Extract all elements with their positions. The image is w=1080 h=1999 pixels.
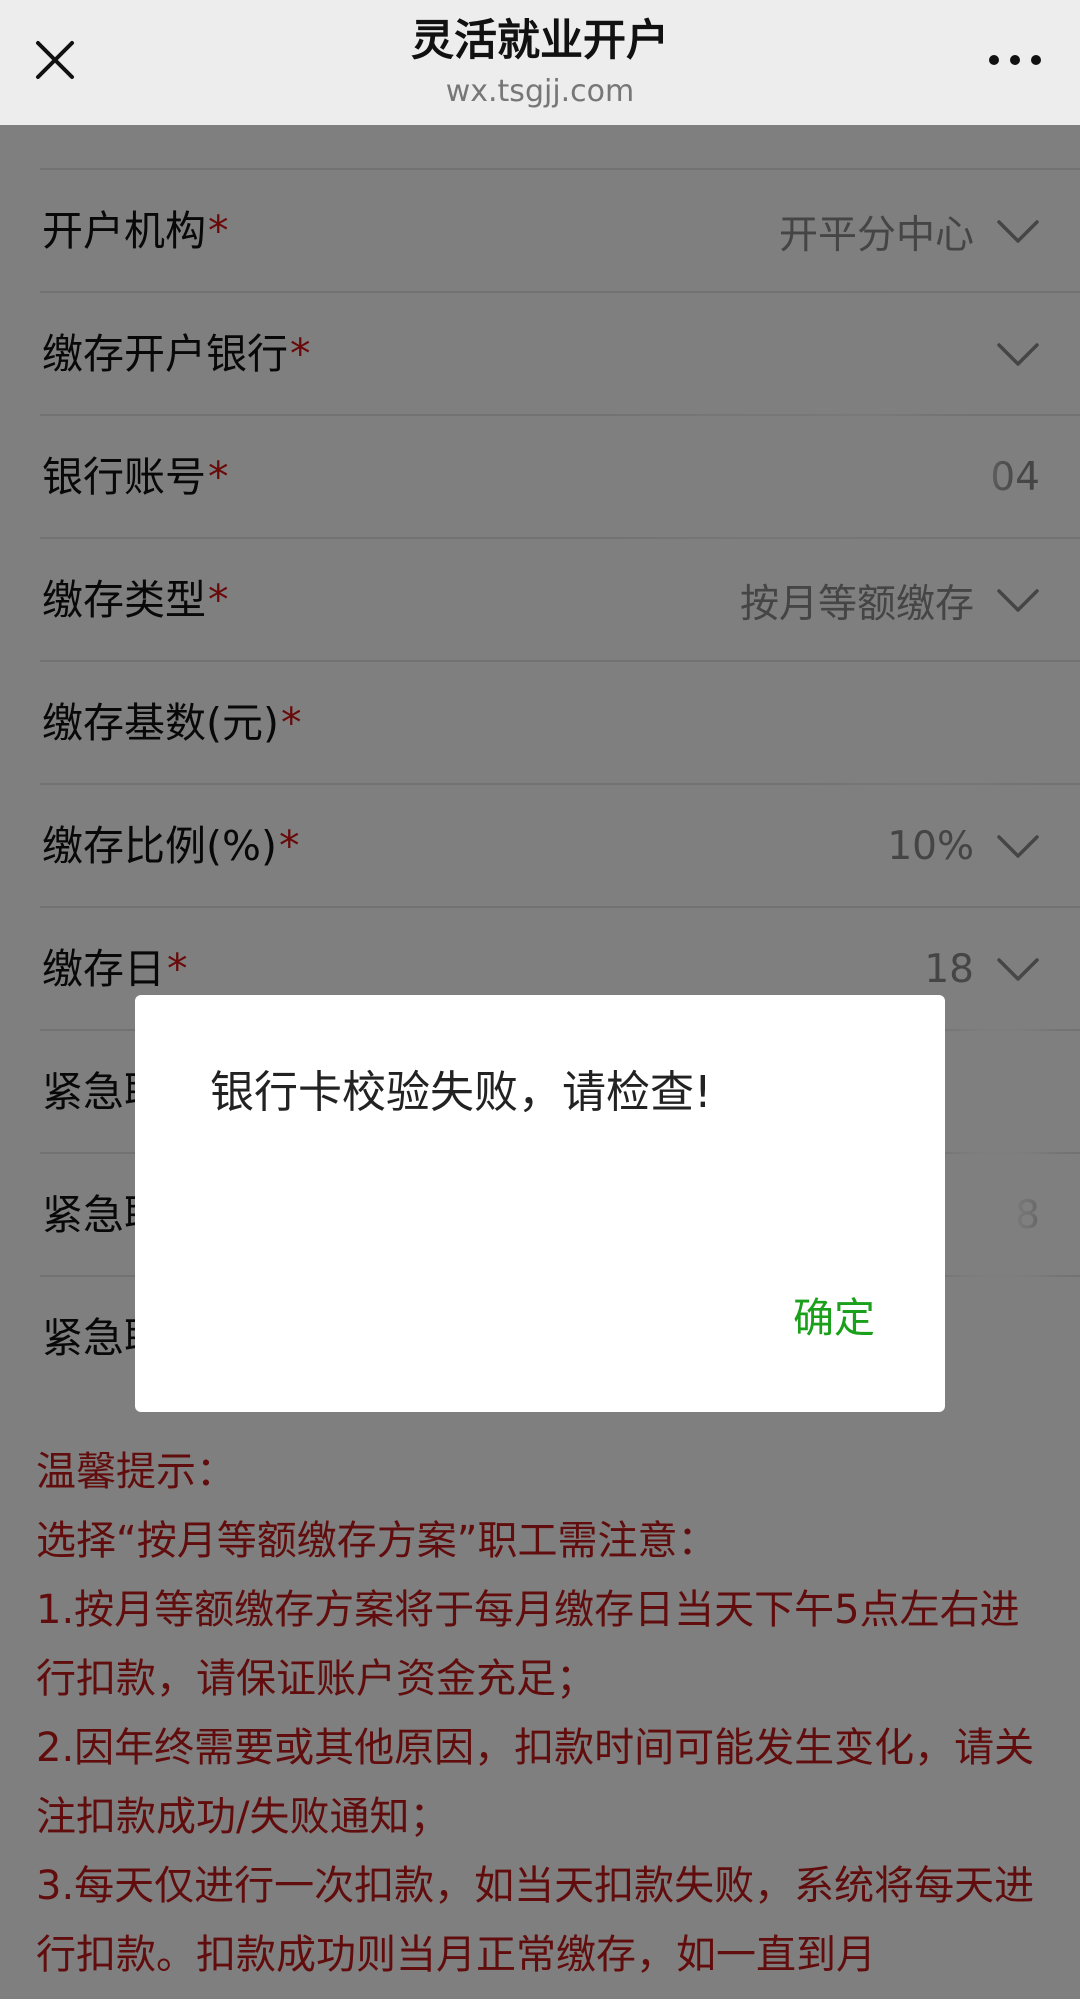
page-title: 灵活就业开户 [411, 16, 669, 66]
more-button[interactable] [970, 30, 1060, 90]
dialog-message: 银行卡校验失败，请检查! [210, 1067, 712, 1118]
page-domain: wx.tsgjj.com [445, 74, 635, 109]
alert-dialog: 银行卡校验失败，请检查! 确定 [135, 995, 945, 1412]
confirm-button[interactable]: 确定 [793, 1290, 875, 1346]
top-nav-bar: 灵活就业开户 wx.tsgjj.com [0, 0, 1080, 125]
more-icon [989, 55, 1041, 65]
